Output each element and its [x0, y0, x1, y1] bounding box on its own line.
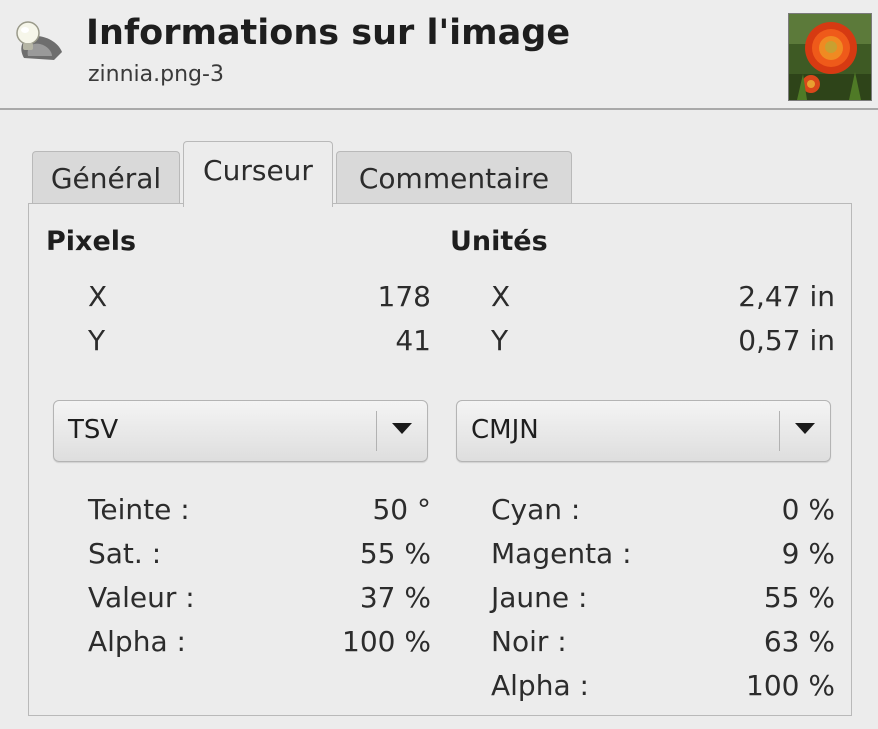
hue-value: 50 ° — [372, 493, 431, 526]
value-label: Valeur : — [88, 581, 195, 614]
tab-commentaire-label: Commentaire — [358, 162, 550, 195]
image-name: zinnia.png-3 — [88, 62, 224, 87]
tab-general-label: Général — [50, 162, 162, 195]
unit-x-label: X — [491, 280, 511, 313]
unit-y-value: 0,57 in — [738, 324, 835, 357]
dialog-title: Informations sur l'image — [86, 13, 571, 53]
right-color-mode-value: CMJN — [471, 415, 539, 445]
yellow-label: Jaune : — [491, 581, 588, 614]
alpha-label: Alpha : — [88, 625, 186, 658]
tab-commentaire[interactable]: Commentaire — [336, 151, 572, 203]
left-color-mode-dropdown[interactable]: TSV — [53, 400, 428, 462]
right-color-mode-dropdown[interactable]: CMJN — [456, 400, 831, 462]
dropdown-separator — [376, 411, 377, 451]
dialog-header: Informations sur l'image zinnia.png-3 — [0, 0, 878, 110]
pixel-y-value: 41 — [395, 324, 431, 357]
info-lightbulb-icon — [8, 18, 66, 64]
cyan-label: Cyan : — [491, 493, 581, 526]
pixel-x-label: X — [88, 280, 108, 313]
saturation-value: 55 % — [359, 537, 431, 570]
chevron-down-icon — [795, 423, 815, 434]
unit-y-label: Y — [491, 324, 509, 357]
pixel-x-value: 178 — [377, 280, 431, 313]
pixel-y-label: Y — [88, 324, 106, 357]
magenta-label: Magenta : — [491, 537, 632, 570]
dropdown-separator — [779, 411, 780, 451]
unit-x-value: 2,47 in — [738, 280, 835, 313]
image-thumbnail — [788, 13, 872, 101]
tab-curseur[interactable]: Curseur — [183, 141, 333, 207]
alpha-value: 100 % — [342, 625, 431, 658]
chevron-down-icon — [392, 423, 412, 434]
cmyk-alpha-value: 100 % — [746, 669, 835, 702]
cmyk-alpha-label: Alpha : — [491, 669, 589, 702]
cursor-tab-panel: Pixels X 178 Y 41 Unités X 2,47 in Y 0,5… — [28, 203, 852, 716]
cyan-value: 0 % — [781, 493, 835, 526]
black-label: Noir : — [491, 625, 567, 658]
value-value: 37 % — [359, 581, 431, 614]
units-heading: Unités — [450, 226, 548, 257]
tab-general[interactable]: Général — [32, 151, 180, 203]
saturation-label: Sat. : — [88, 537, 162, 570]
pixels-heading: Pixels — [46, 226, 137, 257]
yellow-value: 55 % — [763, 581, 835, 614]
left-color-mode-value: TSV — [68, 415, 119, 445]
magenta-value: 9 % — [781, 537, 835, 570]
hue-label: Teinte : — [88, 493, 190, 526]
black-value: 63 % — [763, 625, 835, 658]
tab-curseur-label: Curseur — [203, 154, 313, 187]
